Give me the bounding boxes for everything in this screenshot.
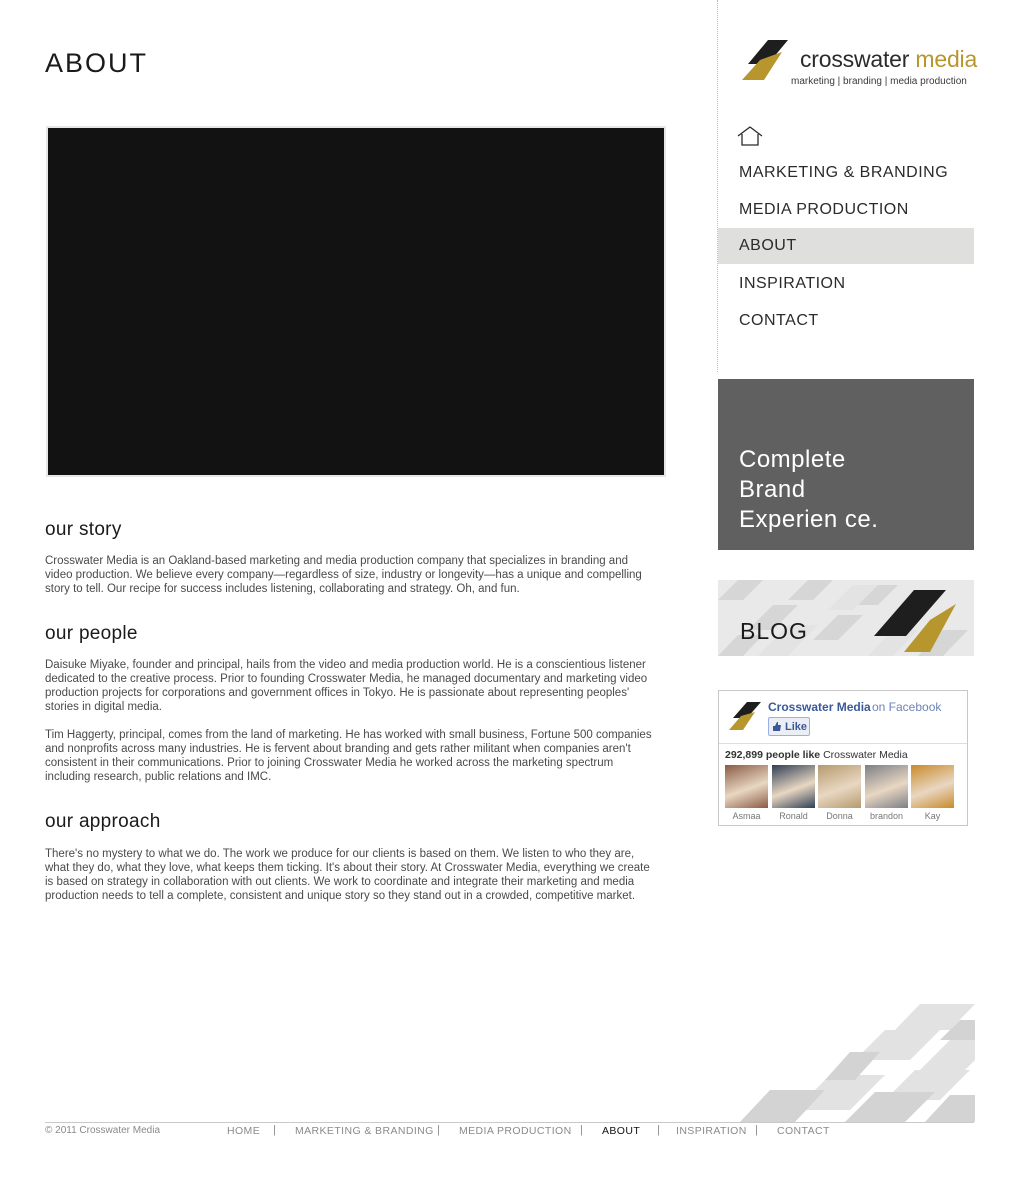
facebook-like-button[interactable]: Like — [768, 717, 810, 736]
footer-link-inspiration[interactable]: INSPIRATION — [676, 1125, 747, 1137]
section-heading-our-people: our people — [45, 623, 138, 644]
footer-link-marketing-branding[interactable]: MARKETING & BRANDING — [295, 1125, 434, 1137]
footer-link-home[interactable]: HOME — [227, 1125, 260, 1137]
avatar[interactable] — [865, 765, 908, 808]
video-player[interactable] — [46, 126, 666, 477]
our-people-text-2: Tim Haggerty, principal, comes from the … — [45, 729, 652, 783]
avatar[interactable] — [911, 765, 954, 808]
avatar[interactable] — [772, 765, 815, 808]
logo-wordmark: crosswater media — [800, 46, 978, 72]
facebook-fan-name: Asmaa — [732, 811, 761, 821]
our-approach-text: There's no mystery to what we do. The wo… — [45, 848, 650, 902]
footer-divider — [45, 1122, 974, 1123]
facebook-page-link[interactable]: Crosswater Media — [768, 700, 871, 714]
facebook-divider — [719, 743, 967, 744]
facebook-fan[interactable]: Ronald — [772, 765, 815, 821]
logo-tagline: marketing | branding | media production — [791, 76, 967, 87]
section-heading-our-story: our story — [45, 519, 122, 540]
footer-separator: | — [437, 1124, 440, 1136]
decorative-pattern-graphic — [740, 1004, 975, 1122]
footer-link-media-production[interactable]: MEDIA PRODUCTION — [459, 1125, 572, 1137]
crosswater-logo[interactable]: crosswater media marketing | branding | … — [738, 34, 978, 94]
facebook-fan[interactable]: Asmaa — [725, 765, 768, 821]
blog-banner[interactable]: BLOG — [718, 580, 974, 656]
facebook-fan-name: Kay — [924, 811, 941, 821]
footer-separator: | — [657, 1124, 660, 1136]
nav-item-marketing-branding[interactable]: MARKETING & BRANDING — [718, 155, 974, 191]
nav-item-media-production[interactable]: MEDIA PRODUCTION — [718, 192, 974, 228]
nav-item-contact[interactable]: CONTACT — [718, 303, 974, 339]
footer-separator: | — [580, 1124, 583, 1136]
section-heading-our-approach: our approach — [45, 811, 161, 832]
facebook-on-label: on Facebook — [872, 700, 942, 714]
footer-link-contact[interactable]: CONTACT — [777, 1125, 830, 1137]
footer-copyright: © 2011 Crosswater Media — [45, 1125, 161, 1136]
nav-item-about[interactable]: ABOUT — [718, 228, 974, 264]
footer-separator: | — [755, 1124, 758, 1136]
footer-link-about[interactable]: ABOUT — [602, 1125, 640, 1137]
facebook-like-box: Crosswater Media on Facebook Like 292,89… — [718, 690, 968, 826]
our-people-text-1: Daisuke Miyake, founder and principal, h… — [45, 659, 648, 713]
facebook-fan[interactable]: Donna — [818, 765, 861, 821]
avatar[interactable] — [818, 765, 861, 808]
footer-separator: | — [273, 1124, 276, 1136]
facebook-page-logo-icon — [729, 702, 761, 730]
facebook-fan-name: Ronald — [779, 811, 808, 821]
blog-label: BLOG — [740, 618, 808, 644]
nav-item-inspiration[interactable]: INSPIRATION — [718, 266, 974, 302]
page-title: ABOUT — [45, 48, 149, 78]
avatar[interactable] — [725, 765, 768, 808]
nav-home-icon[interactable] — [736, 125, 764, 149]
promo-text: Complete Brand Experien ce. — [739, 446, 879, 533]
facebook-fan-name: Donna — [826, 811, 853, 821]
logo-mark-icon — [742, 40, 788, 80]
facebook-like-count: 292,899 people like Crosswater Media — [725, 749, 908, 761]
facebook-fan[interactable]: Kay — [911, 765, 954, 821]
thumbs-up-icon — [773, 722, 781, 731]
brand-experience-promo[interactable]: Complete Brand Experien ce. — [718, 379, 974, 550]
facebook-fan[interactable]: brandon — [865, 765, 908, 821]
our-story-text: Crosswater Media is an Oakland-based mar… — [45, 555, 642, 595]
facebook-fan-name: brandon — [869, 811, 904, 821]
